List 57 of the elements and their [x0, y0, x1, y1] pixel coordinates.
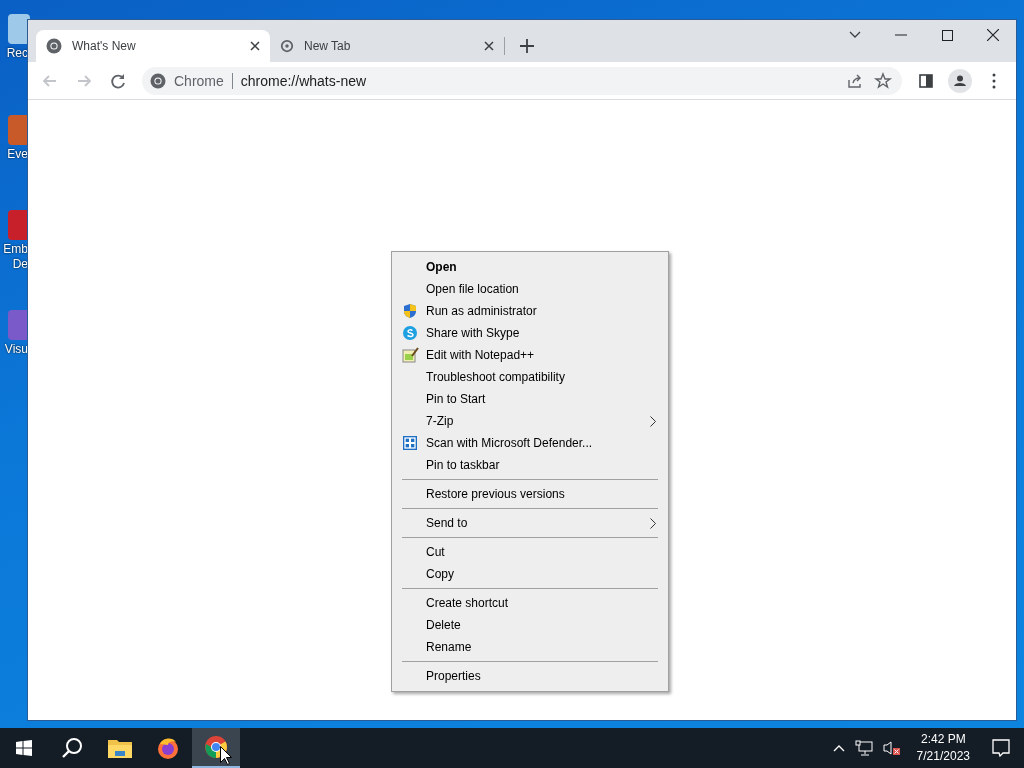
close-tab-icon[interactable] [250, 41, 260, 51]
menu-item[interactable]: Troubleshoot compatibility [394, 366, 666, 388]
clock-time[interactable]: 2:42 PM [920, 731, 966, 748]
desktop-icon-label: Eve [6, 147, 28, 162]
shield-icon [402, 303, 418, 319]
network-icon[interactable] [854, 740, 873, 756]
mouse-cursor-icon [220, 746, 232, 765]
close-tab-icon[interactable] [484, 41, 494, 51]
menu-item[interactable]: Send to [394, 512, 666, 534]
firefox-icon [156, 736, 180, 760]
muted-speaker-icon[interactable] [882, 740, 901, 756]
menu-item[interactable]: Share with Skype [394, 322, 666, 344]
chrome-logo-icon [150, 72, 166, 89]
address-bar[interactable]: Chrome chrome://whats-new [142, 66, 902, 95]
desktop-icon[interactable] [8, 14, 30, 44]
desktop-icon[interactable] [8, 310, 30, 340]
windows-logo-icon [16, 740, 32, 756]
menu-item[interactable]: Scan with Microsoft Defender... [394, 432, 666, 454]
defender-icon [402, 435, 418, 451]
desktop-icon-label: Emb De [2, 242, 28, 272]
clock-date[interactable]: 7/21/2023 [916, 748, 970, 765]
menu-item[interactable]: Run as administrator [394, 300, 666, 322]
star-icon[interactable] [872, 71, 894, 90]
url-text: chrome://whats-new [240, 72, 368, 89]
maximize-icon[interactable] [941, 29, 953, 41]
chevron-right-icon [650, 416, 656, 427]
menu-item[interactable]: Pin to taskbar [394, 454, 666, 476]
menu-item[interactable]: Pin to Start [394, 388, 666, 410]
folder-icon [108, 738, 132, 758]
chrome-logo-icon [46, 38, 62, 54]
menu-item[interactable]: Copy [394, 563, 666, 585]
menu-item[interactable]: Cut [394, 541, 666, 563]
desktop-icon[interactable] [8, 115, 30, 145]
desktop-icon-label: Visu [3, 342, 28, 357]
menu-item[interactable]: Edit with Notepad++ [394, 344, 666, 366]
notepad-icon [402, 347, 419, 363]
menu-item[interactable]: Restore previous versions [394, 483, 666, 505]
chevron-right-icon [650, 518, 656, 529]
skype-icon [402, 325, 418, 341]
browser-tab[interactable]: What's New [36, 30, 270, 62]
menu-item[interactable]: Open [394, 256, 666, 278]
menu-item[interactable]: 7-Zip [394, 410, 666, 432]
tab-search-icon[interactable] [849, 31, 861, 39]
close-icon[interactable] [987, 29, 999, 41]
site-name-label: Chrome [174, 72, 224, 89]
taskbar-button[interactable] [192, 728, 240, 768]
menu-item[interactable]: Open file location [394, 278, 666, 300]
chevron-up-icon[interactable] [832, 744, 845, 752]
search-icon [61, 737, 83, 759]
menu-item[interactable]: Create shortcut [394, 592, 666, 614]
desktop-icon-label: Rec [5, 46, 28, 61]
menu-item[interactable]: Delete [394, 614, 666, 636]
browser-tab[interactable]: New Tab [270, 30, 504, 62]
desktop-icon[interactable] [8, 210, 30, 240]
menu-item[interactable]: Properties [394, 665, 666, 687]
menu-item[interactable]: Rename [394, 636, 666, 658]
profile-icon[interactable] [946, 66, 974, 95]
